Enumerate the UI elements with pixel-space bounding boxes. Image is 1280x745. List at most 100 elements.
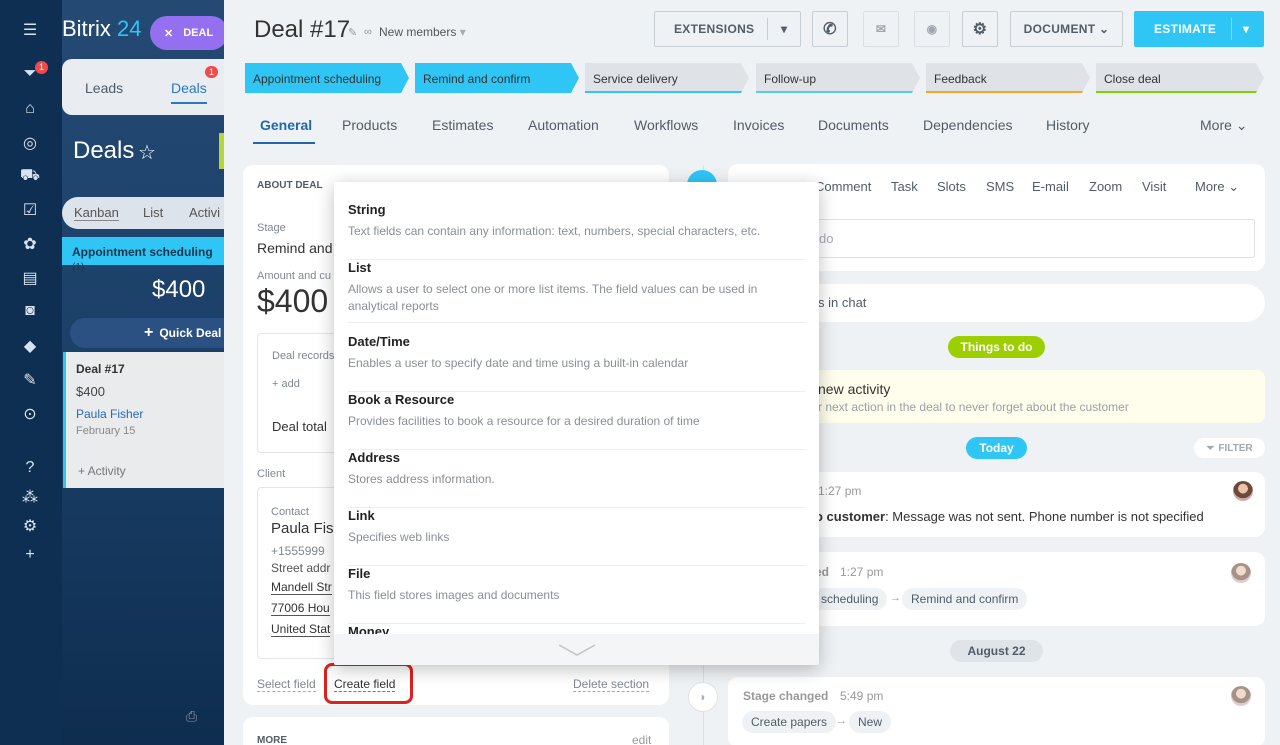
view-kanban[interactable]: Kanban [74,205,119,221]
activity-tab-zoom[interactable]: Zoom [1089,179,1122,194]
settings-button[interactable]: ⚙ [962,11,998,47]
stage-service-delivery[interactable]: Service delivery [585,63,749,93]
deal-slider-close-button[interactable]: ✕ DEAL [150,16,228,50]
quick-deal-button[interactable]: + Quick Deal [70,318,224,348]
tab-estimates[interactable]: Estimates [432,117,493,133]
tab-leads[interactable]: Leads [85,80,123,96]
tab-invoices[interactable]: Invoices [733,117,784,133]
amount-value: $400 [257,283,329,319]
cart-icon[interactable]: ⛟ [18,164,42,188]
more-card [243,717,669,745]
extensions-button[interactable]: EXTENSIONS ▾ [654,11,801,47]
avatar[interactable] [1233,481,1253,501]
activity-tab-task[interactable]: Task [891,179,918,194]
contact-card-icon[interactable]: ▤ [18,266,42,290]
contact-name[interactable]: Paula Fish [271,520,342,537]
avatar[interactable] [1231,563,1251,583]
brand-logo[interactable]: Bitrix 24 [62,16,142,42]
about-deal-heading: ABOUT DEAL [257,180,323,191]
chat-button[interactable]: ◉ [914,11,950,47]
deal-card[interactable]: Deal #17 $400 Paula Fisher February 15 +… [63,352,224,488]
tab-automation[interactable]: Automation [528,117,599,133]
target-icon[interactable]: ◎ [18,131,42,155]
tab-history[interactable]: History [1046,117,1090,133]
activity-tab-comment[interactable]: Comment [815,179,871,194]
address-line-1[interactable]: Mandell Str [271,580,332,595]
checkbox-icon[interactable]: ☑ [18,198,42,222]
box-icon[interactable]: ◆ [18,334,42,358]
option-datetime[interactable]: Date/Time Enables a user to specify date … [348,334,806,392]
crm-icon[interactable]: ✿ [18,232,42,256]
stage-feedback[interactable]: Feedback [926,63,1090,93]
option-address[interactable]: Address Stores address information. [348,450,806,508]
address-line-3[interactable]: United Stat [271,622,331,637]
tab-products[interactable]: Products [342,117,397,133]
option-file[interactable]: File This field stores images and documen… [348,566,806,624]
option-list[interactable]: List Allows a user to select one or more … [348,260,806,323]
arrow-right-icon: → [890,592,901,604]
stage-appointment-scheduling[interactable]: Appointment scheduling [245,63,409,93]
stage-follow-up[interactable]: Follow-up [756,63,920,93]
address-line-2[interactable]: 77006 Hou [271,601,330,616]
tab-more[interactable]: More ⌄ [1200,117,1248,134]
view-tabs: Kanban List Activi [62,197,224,229]
tag-icon: ◗ [688,682,718,712]
structure-icon[interactable]: ⁂ [18,485,42,509]
pipeline-selector[interactable]: New members ▾ [379,25,466,39]
sign-icon[interactable]: ✎ [18,368,42,392]
printer-icon[interactable]: ⎙ [186,708,197,725]
edit-pencil-icon[interactable]: ✎ [348,26,357,39]
item3-time: 5:49 pm [840,689,884,703]
kanban-stage-header[interactable]: Appointment scheduling (1) [62,237,224,273]
chevron-down-circle-icon[interactable]: ⊙ [18,402,42,426]
estimate-button[interactable]: ESTIMATE ▾ [1134,11,1264,47]
phone-button[interactable]: ✆ [812,11,848,47]
avatar[interactable] [1231,686,1251,706]
activity-tab-slots[interactable]: Slots [937,179,966,194]
option-string[interactable]: String Text fields can contain any inform… [348,202,806,260]
tab-general[interactable]: General [260,117,312,133]
view-activities[interactable]: Activi [189,205,220,220]
select-field-link[interactable]: Select field [257,677,316,692]
card-date: February 15 [76,425,136,437]
star-icon[interactable]: ☆ [138,140,156,165]
card-add-activity[interactable]: + Activity [78,464,126,478]
tab-dependencies[interactable]: Dependencies [923,117,1013,133]
tab-documents[interactable]: Documents [818,117,889,133]
plus-icon[interactable]: + [18,543,42,567]
contact-phone[interactable]: +1555999 [271,544,325,558]
robot-icon[interactable]: ◙ [18,299,42,323]
email-button[interactable]: ✉ [863,11,899,47]
add-record-link[interactable]: + add [272,378,300,390]
card-contact[interactable]: Paula Fisher [76,407,214,421]
stage-remind-and-confirm[interactable]: Remind and confirm [415,63,579,93]
activity-tab-visit[interactable]: Visit [1142,179,1166,194]
stage-close-deal[interactable]: Close deal [1096,63,1264,93]
menu-icon[interactable]: ☰ [18,18,42,42]
option-link[interactable]: Link Specifies web links [348,508,806,566]
chevron-down-icon: ⌄ [1099,22,1110,36]
document-button[interactable]: DOCUMENT ⌄ [1010,11,1123,47]
tab-workflows[interactable]: Workflows [634,117,698,133]
contact-label: Contact [271,506,309,518]
deals-badge: 1 [205,66,219,78]
link-icon[interactable]: ∞ [364,26,372,38]
edit-link[interactable]: edit [632,733,651,745]
item3-from-chip: Create papers [742,711,837,733]
tab-deals[interactable]: Deals [171,80,207,104]
bank-icon[interactable]: ⌂ [18,97,42,121]
item2-from-chip: scheduling [812,588,888,610]
things-to-do-pill: Things to do [948,336,1045,358]
new-activity-desc: r next action in the deal to never forge… [818,400,1129,414]
option-book-resource[interactable]: Book a Resource Provides facilities to bo… [348,392,806,450]
scroll-down-button[interactable] [334,634,819,665]
delete-section-link[interactable]: Delete section [573,677,650,692]
settings-icon[interactable]: ⚙ [18,514,42,538]
activity-tab-sms[interactable]: SMS [986,179,1014,194]
activity-tab-email[interactable]: E-mail [1032,179,1069,194]
filter-button[interactable]: ⏷ FILTER [1194,438,1265,458]
more-heading: MORE [257,735,287,745]
activity-tab-more[interactable]: More ⌄ [1195,179,1239,195]
view-list[interactable]: List [143,205,163,220]
help-icon[interactable]: ? [18,456,42,480]
